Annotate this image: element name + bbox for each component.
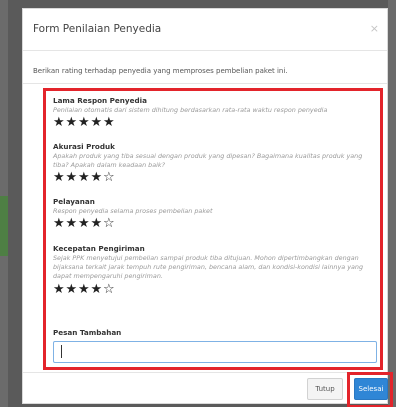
star-rating[interactable]: ★ ★ ★ ★ ☆: [53, 282, 375, 297]
section-description: Penilaian otomatis dari sistem dihitung …: [53, 106, 328, 114]
section-description: Respon penyedia selama proses pembelian …: [53, 207, 213, 215]
note-section: Pesan Tambahan: [53, 328, 375, 338]
close-button[interactable]: Tutup: [307, 378, 343, 400]
section-description: Sejak PPK menyetujui pembelian sampai pr…: [53, 254, 364, 281]
star-filled-icon[interactable]: ★: [53, 116, 66, 130]
section-label: Akurasi Produk: [53, 142, 115, 151]
note-label: Pesan Tambahan: [53, 328, 122, 337]
submit-button[interactable]: Selesai: [354, 378, 388, 400]
star-filled-icon[interactable]: ★: [66, 171, 79, 185]
star-filled-icon[interactable]: ★: [103, 116, 116, 130]
text-caret: [61, 345, 62, 358]
star-filled-icon[interactable]: ★: [91, 282, 104, 297]
star-filled-icon[interactable]: ★: [66, 282, 79, 297]
star-filled-icon[interactable]: ★: [91, 116, 104, 130]
star-rating[interactable]: ★ ★ ★ ★ ★: [53, 116, 375, 130]
star-outline-icon[interactable]: ☆: [103, 171, 116, 185]
star-filled-icon[interactable]: ★: [66, 217, 79, 231]
close-icon[interactable]: ×: [370, 22, 379, 35]
section-description: Apakah produk yang tiba sesuai dengan pr…: [53, 152, 363, 170]
star-filled-icon[interactable]: ★: [53, 217, 66, 231]
star-filled-icon[interactable]: ★: [78, 217, 91, 231]
star-filled-icon[interactable]: ★: [91, 217, 104, 231]
divider: [23, 83, 387, 84]
rating-modal: Form Penilaian Penyedia × Berikan rating…: [22, 8, 393, 407]
star-filled-icon[interactable]: ★: [78, 116, 91, 130]
section-lama-respon: Lama Respon Penyedia Penilaian otomatis …: [53, 96, 375, 130]
star-outline-icon[interactable]: ☆: [103, 282, 116, 297]
section-label: Kecepatan Pengiriman: [53, 244, 145, 253]
star-outline-icon[interactable]: ☆: [103, 217, 116, 231]
modal-header: Form Penilaian Penyedia ×: [23, 9, 387, 51]
star-filled-icon[interactable]: ★: [66, 116, 79, 130]
modal-title: Form Penilaian Penyedia: [33, 23, 162, 35]
star-rating[interactable]: ★ ★ ★ ★ ☆: [53, 217, 375, 231]
star-filled-icon[interactable]: ★: [53, 282, 66, 297]
section-label: Lama Respon Penyedia: [53, 96, 147, 105]
star-filled-icon[interactable]: ★: [78, 171, 91, 185]
section-label: Pelayanan: [53, 197, 95, 206]
section-pelayanan: Pelayanan Respon penyedia selama proses …: [53, 197, 375, 231]
star-filled-icon[interactable]: ★: [53, 171, 66, 185]
star-filled-icon[interactable]: ★: [78, 282, 91, 297]
note-input[interactable]: [53, 341, 377, 363]
star-filled-icon[interactable]: ★: [91, 171, 104, 185]
backdrop-sidebar-marker: [0, 196, 8, 256]
intro-text: Berikan rating terhadap penyedia yang me…: [33, 67, 288, 75]
footer-divider: [23, 372, 387, 373]
page-backdrop-right: [388, 0, 396, 407]
section-akurasi-produk: Akurasi Produk Apakah produk yang tiba s…: [53, 142, 375, 185]
section-kecepatan-pengiriman: Kecepatan Pengiriman Sejak PPK menyetuju…: [53, 244, 375, 297]
star-rating[interactable]: ★ ★ ★ ★ ☆: [53, 171, 375, 185]
